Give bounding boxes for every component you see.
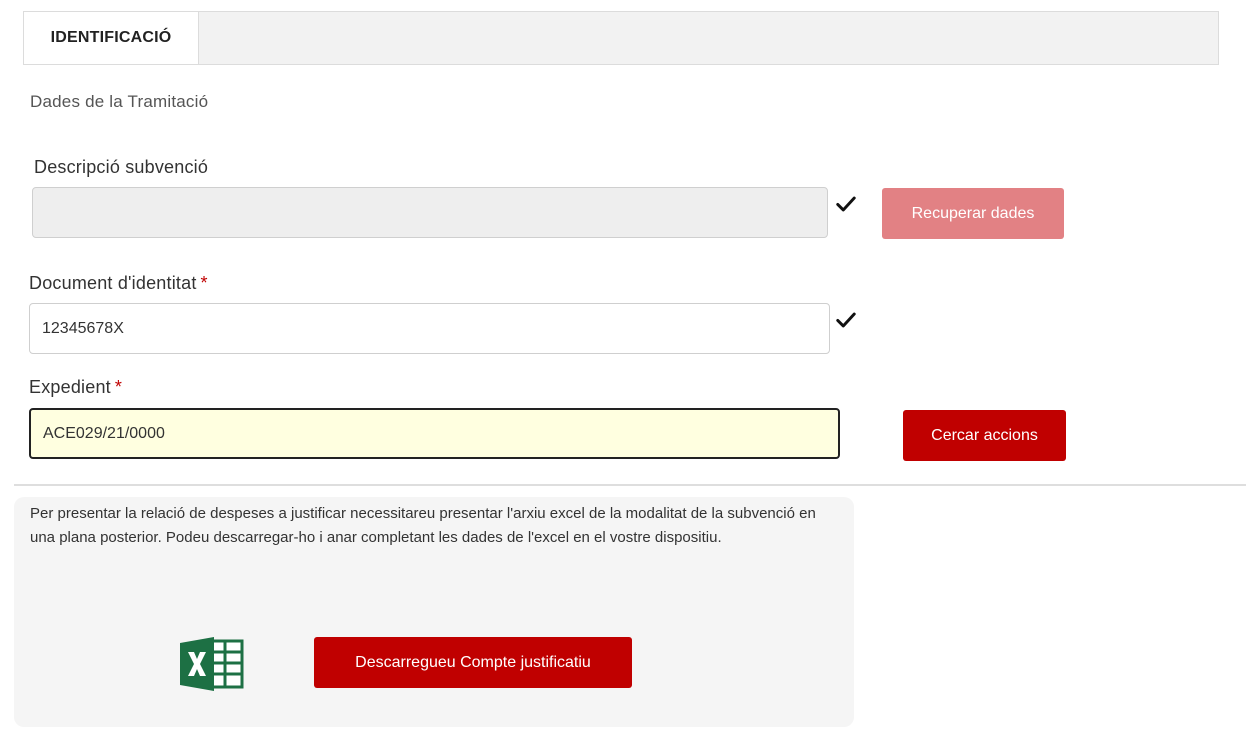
page: IDENTIFICACIÓ Dades de la Tramitació Des… bbox=[0, 0, 1246, 733]
info-box: Per presentar la relació de despeses a j… bbox=[14, 497, 854, 727]
document-required-mark: * bbox=[200, 273, 208, 293]
download-justification-button[interactable]: Descarregueu Compte justificatiu bbox=[314, 637, 632, 688]
recover-data-button-label: Recuperar dades bbox=[911, 204, 1035, 222]
section-title: Dades de la Tramitació bbox=[30, 92, 209, 111]
tab-bar: IDENTIFICACIÓ bbox=[23, 11, 1219, 65]
divider bbox=[14, 484, 1246, 486]
tab-identificacio[interactable]: IDENTIFICACIÓ bbox=[24, 12, 199, 64]
document-label-text: Document d'identitat bbox=[29, 273, 197, 293]
excel-icon bbox=[180, 637, 244, 691]
expedient-label: Expedient * bbox=[29, 377, 122, 398]
info-text: Per presentar la relació de despeses a j… bbox=[30, 505, 816, 546]
recover-data-button[interactable]: Recuperar dades bbox=[882, 188, 1064, 239]
expedient-label-text: Expedient bbox=[29, 377, 111, 397]
expedient-required-mark: * bbox=[114, 377, 123, 397]
search-actions-button-label: Cercar accions bbox=[931, 426, 1038, 444]
document-check-icon bbox=[836, 312, 856, 328]
expedient-field[interactable] bbox=[29, 408, 840, 459]
document-id-field[interactable] bbox=[29, 303, 830, 354]
description-field bbox=[32, 187, 828, 238]
description-check-icon bbox=[836, 196, 856, 212]
description-label-text: Descripció subvenció bbox=[34, 157, 209, 177]
download-justification-button-label: Descarregueu Compte justificatiu bbox=[355, 653, 591, 671]
search-actions-button[interactable]: Cercar accions bbox=[903, 410, 1066, 461]
document-label: Document d'identitat * bbox=[29, 273, 208, 294]
description-label: Descripció subvenció bbox=[34, 157, 208, 178]
tab-identificacio-label: IDENTIFICACIÓ bbox=[50, 29, 172, 46]
